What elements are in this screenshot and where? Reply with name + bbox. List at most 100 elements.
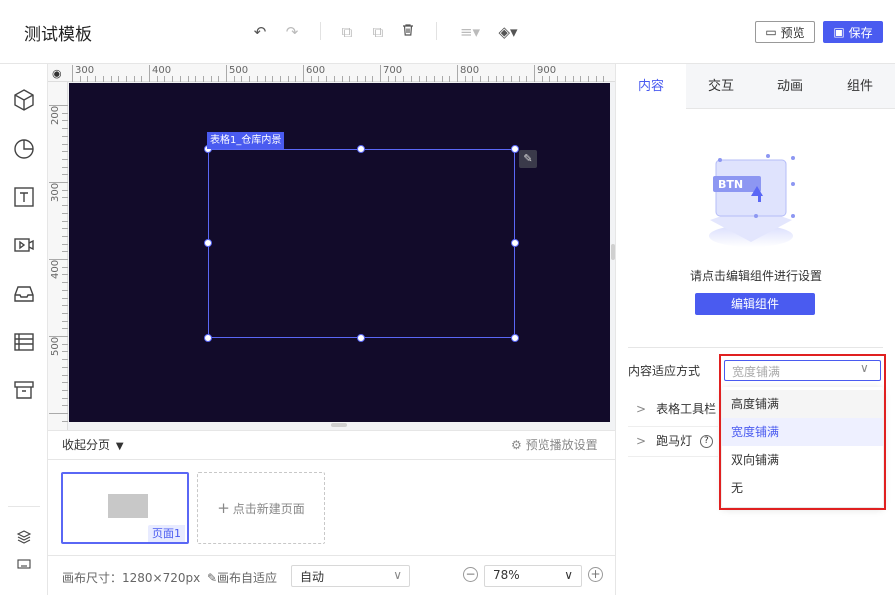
ruler-tick (526, 76, 528, 82)
ruler-tick (62, 366, 68, 368)
ruler-tick (233, 76, 235, 82)
tab-interaction[interactable]: 交互 (686, 64, 756, 109)
collapse-pages-toggle[interactable]: 收起分页 ▼ (62, 436, 124, 453)
ruler-tick (62, 389, 68, 391)
resize-handle-right[interactable] (511, 239, 519, 247)
ruler-label: 700 (383, 65, 403, 76)
chevron-down-icon: ∨ (564, 568, 573, 582)
ruler-tick (249, 76, 251, 82)
ruler-tick (164, 76, 166, 82)
ruler-tick (62, 197, 68, 199)
pencil-icon[interactable]: ✎ (519, 150, 537, 168)
ruler-tick (49, 413, 68, 414)
ruler-tick (403, 76, 405, 82)
trash-icon[interactable] (398, 22, 418, 42)
ruler-tick (62, 228, 68, 230)
ruler-tick (279, 76, 281, 82)
tab-animation[interactable]: 动画 (755, 64, 825, 109)
zoom-in-icon[interactable]: + (588, 567, 603, 582)
ruler-tick (62, 374, 68, 376)
layers-icon[interactable] (16, 529, 32, 545)
ruler-label: 800 (460, 65, 480, 76)
ruler-tick (62, 235, 68, 237)
ruler-tick (418, 76, 420, 82)
canvas-adapt-value: 自动 (300, 570, 325, 584)
ruler-tick (62, 405, 68, 407)
canvas-adapt-label: 画布自适应 (217, 571, 278, 585)
cube-icon[interactable] (12, 88, 36, 112)
edit-component-button[interactable]: 编辑组件 (695, 293, 815, 315)
preview-button[interactable]: ▭ 预览 (755, 21, 815, 43)
rail-divider (8, 506, 40, 507)
canvas-size-value: 画布尺寸：1280×720px (62, 571, 201, 585)
tab-component[interactable]: 组件 (825, 64, 895, 109)
ruler-vertical (48, 82, 68, 430)
save-label: 保存 (848, 25, 873, 40)
resize-handle-top-right[interactable] (511, 145, 519, 153)
ruler-tick (395, 76, 397, 82)
ruler-tick (287, 76, 289, 82)
ruler-tick (110, 76, 112, 82)
ruler-tick (264, 76, 266, 82)
ruler-tick (557, 76, 559, 82)
align-icon[interactable]: ≡▾ (458, 22, 482, 42)
horizontal-scrollbar[interactable] (331, 423, 347, 427)
hint-text: 请点击编辑组件进行设置 (690, 269, 823, 283)
preview-settings-link[interactable]: ⚙ 预览播放设置 (511, 436, 598, 453)
divider (48, 459, 615, 460)
ruler-tick (62, 282, 68, 284)
zoom-select[interactable]: 78% ∨ (484, 565, 582, 587)
resize-handle-bottom-right[interactable] (511, 334, 519, 342)
resize-handle-top[interactable] (357, 145, 365, 153)
ruler-tick (62, 397, 68, 399)
paste-icon[interactable]: ⧉ (368, 22, 388, 42)
new-page-button[interactable]: + 点击新建页面 (197, 472, 325, 544)
ruler-tick (62, 266, 68, 268)
table-toolbar-row[interactable]: > 表格工具栏 (628, 394, 728, 424)
eye-icon[interactable]: ◉ (52, 67, 62, 80)
table-icon[interactable] (12, 330, 36, 354)
pencil-icon[interactable]: ✎ (207, 571, 217, 585)
ruler-tick (433, 76, 435, 82)
ruler-label: 300 (50, 182, 61, 202)
ruler-tick (62, 120, 68, 122)
ruler-tick (62, 382, 68, 384)
archive-icon[interactable] (12, 378, 36, 402)
layer-icon[interactable]: ◈▾ (496, 22, 520, 42)
help-icon[interactable]: ? (699, 435, 713, 448)
resize-handle-left[interactable] (204, 239, 212, 247)
selected-component[interactable] (208, 149, 515, 338)
marquee-row[interactable]: > 跑马灯 ? (628, 426, 728, 456)
undo-icon[interactable]: ↶ (250, 22, 270, 42)
table-toolbar-label: 表格工具栏 (656, 402, 717, 416)
redo-icon[interactable]: ↷ (282, 22, 302, 42)
ruler-tick (62, 158, 68, 160)
pie-chart-icon[interactable] (12, 136, 36, 160)
ruler-tick (380, 65, 381, 82)
ruler-tick (62, 328, 68, 330)
component-tag[interactable]: 表格1_仓库内景 (207, 132, 285, 149)
inbox-icon[interactable] (12, 282, 36, 306)
ruler-tick (187, 76, 189, 82)
ruler-tick (62, 166, 68, 168)
tab-content[interactable]: 内容 (616, 64, 686, 109)
text-icon[interactable] (12, 185, 36, 209)
resize-handle-bottom-left[interactable] (204, 334, 212, 342)
ruler-label: 300 (75, 65, 95, 76)
save-button[interactable]: ▣ 保存 (823, 21, 883, 43)
resize-handle-bottom[interactable] (357, 334, 365, 342)
canvas-adapt-select[interactable]: 自动 ∨ (291, 565, 410, 587)
video-icon[interactable] (12, 233, 36, 257)
plus-icon: + (217, 499, 230, 517)
keyboard-icon[interactable] (16, 556, 32, 572)
divider (628, 347, 883, 348)
ruler-tick (595, 76, 597, 82)
ruler-tick (372, 76, 374, 82)
ruler-tick (62, 251, 68, 253)
monitor-icon: ▭ (765, 25, 777, 39)
copy-icon[interactable]: ⧉ (337, 22, 357, 42)
ruler-tick (441, 76, 443, 82)
ruler-tick (387, 76, 389, 82)
toolbar-divider (436, 22, 437, 40)
zoom-out-icon[interactable]: − (463, 567, 478, 582)
